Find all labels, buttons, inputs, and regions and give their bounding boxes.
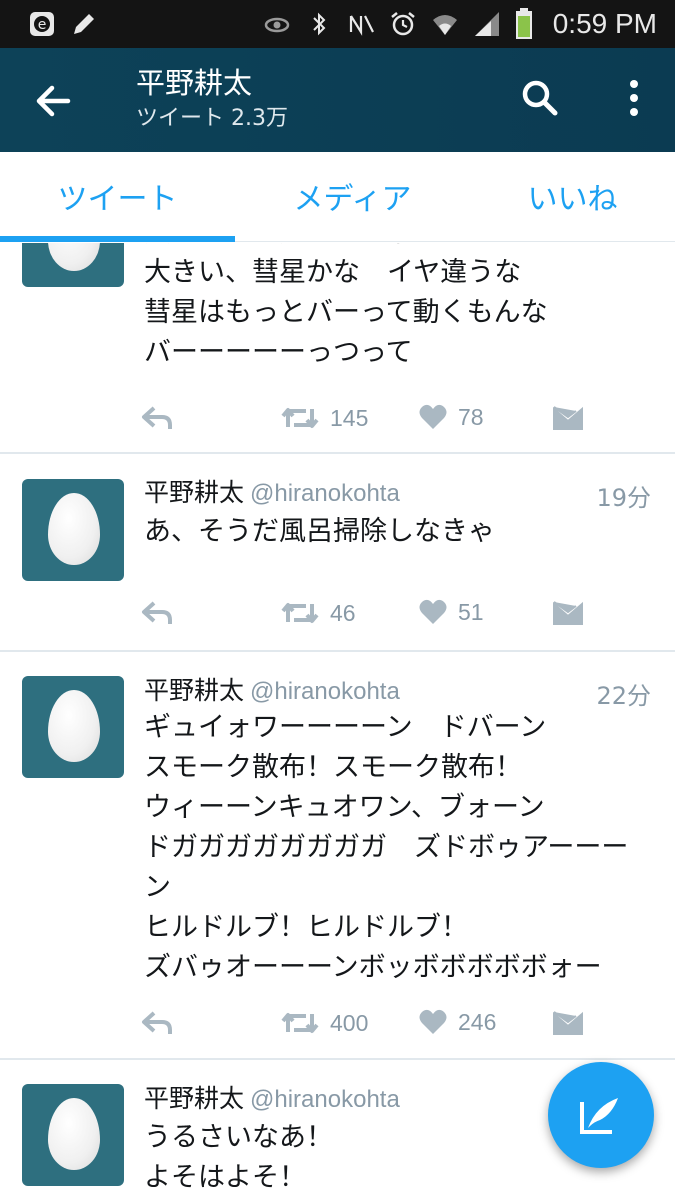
retweet-button[interactable]: 145 — [280, 403, 368, 433]
tweet-item[interactable]: 平野耕太 @hiranokohta 19分 あ、そうだ風呂掃除しなきゃ 46 51 — [0, 454, 675, 652]
avatar[interactable] — [22, 676, 124, 778]
like-button[interactable]: 51 — [418, 598, 484, 626]
e-app-icon: e — [30, 12, 54, 36]
reply-button[interactable] — [140, 403, 174, 433]
avatar[interactable] — [22, 1084, 124, 1186]
tweet-item[interactable]: 平野耕太 @hiranokohta 22分 ギュイォワーーーーン ドバーン スモー… — [0, 652, 675, 1060]
status-bar: e 0:59 PM — [0, 0, 675, 48]
tweet-actions: 145 78 — [140, 403, 640, 439]
retweet-button[interactable]: 46 — [280, 598, 356, 628]
tweet-author-name: 平野耕太 — [144, 676, 245, 705]
timeline[interactable]: 大きな星が点いたり消えたりしている 大きい、彗星かな イヤ違うな 彗星はもっとバ… — [0, 243, 675, 1200]
back-arrow-icon[interactable] — [30, 78, 76, 124]
direct-message-button[interactable] — [552, 1008, 584, 1036]
retweet-icon — [281, 408, 319, 428]
tweet-author-handle: @hiranokohta — [250, 480, 400, 507]
profile-name: 平野耕太 — [136, 66, 253, 100]
app-bar: 平野耕太 ツイート 2.3万 — [0, 48, 675, 152]
tab-likes[interactable]: いいね — [470, 174, 675, 218]
like-button[interactable]: 78 — [418, 403, 484, 431]
tweet-text: あ、そうだ風呂掃除しなきゃ — [144, 516, 495, 547]
egg-avatar-icon — [48, 493, 100, 565]
reply-icon — [142, 406, 172, 429]
more-options-icon[interactable] — [614, 74, 654, 122]
pencil-icon — [74, 14, 94, 34]
retweet-count: 400 — [330, 1009, 369, 1036]
tweet-time: 19分 — [596, 484, 651, 512]
tweet-author-handle: @hiranokohta — [250, 678, 400, 705]
tab-selected-indicator — [0, 236, 235, 242]
tweet-header: 平野耕太 @hiranokohta — [144, 676, 400, 707]
signal-icon — [474, 12, 499, 36]
tweet-text: 大きな星が点いたり消えたりしている 大きい、彗星かな イヤ違うな 彗星はもっとバ… — [144, 243, 602, 368]
alarm-icon — [390, 12, 415, 36]
compose-tweet-icon — [580, 1098, 618, 1134]
tweet-text: ギュイォワーーーーン ドバーン スモーク散布！スモーク散布！ ウィーーンキュオワ… — [144, 712, 629, 983]
status-time: 0:59 PM — [552, 8, 657, 39]
wifi-icon — [432, 15, 457, 35]
search-icon[interactable] — [518, 76, 562, 120]
egg-avatar-icon — [48, 690, 100, 762]
tab-media[interactable]: メディア — [235, 174, 470, 218]
heart-icon — [419, 404, 447, 429]
reply-button[interactable] — [140, 598, 174, 628]
envelope-icon — [553, 1011, 583, 1035]
battery-icon — [515, 8, 532, 39]
tweet-time: 22分 — [596, 682, 651, 710]
tweet-author-name: 平野耕太 — [144, 1084, 245, 1113]
nfc-icon — [349, 15, 374, 36]
tweet-item[interactable]: 大きな星が点いたり消えたりしている 大きい、彗星かな イヤ違うな 彗星はもっとバ… — [0, 243, 675, 454]
eye-icon — [264, 17, 289, 33]
like-button[interactable]: 246 — [418, 1008, 496, 1036]
retweet-icon — [281, 603, 319, 623]
egg-avatar-icon — [48, 1098, 100, 1170]
profile-tabs: ツイート メディア いいね — [0, 152, 675, 242]
egg-avatar-icon — [48, 243, 100, 271]
tweet-count: ツイート 2.3万 — [136, 106, 288, 131]
tweet-actions: 400 246 — [140, 1008, 640, 1044]
compose-tweet-button[interactable] — [548, 1062, 654, 1168]
tweet-actions: 46 51 — [140, 598, 640, 634]
bluetooth-icon — [313, 12, 326, 36]
retweet-icon — [281, 1013, 319, 1033]
profile-title-block: 平野耕太 ツイート 2.3万 — [136, 64, 288, 136]
direct-message-button[interactable] — [552, 598, 584, 626]
envelope-icon — [553, 601, 583, 625]
like-count: 78 — [458, 403, 484, 430]
tab-tweets[interactable]: ツイート — [0, 174, 235, 218]
heart-icon — [419, 599, 447, 624]
heart-icon — [419, 1009, 447, 1034]
retweet-count: 145 — [330, 404, 369, 431]
reply-icon — [142, 601, 172, 624]
retweet-button[interactable]: 400 — [280, 1008, 368, 1038]
tweet-header: 平野耕太 @hiranokohta — [144, 478, 400, 509]
reply-button[interactable] — [140, 1008, 174, 1038]
svg-text:e: e — [38, 17, 47, 33]
avatar[interactable] — [22, 243, 124, 287]
tweet-author-name: 平野耕太 — [144, 478, 245, 507]
retweet-count: 46 — [330, 599, 356, 626]
like-count: 246 — [458, 1008, 497, 1035]
like-count: 51 — [458, 598, 484, 625]
direct-message-button[interactable] — [552, 403, 584, 431]
avatar[interactable] — [22, 479, 124, 581]
envelope-icon — [553, 406, 583, 430]
reply-icon — [142, 1011, 172, 1034]
tweet-author-handle: @hiranokohta — [250, 1086, 400, 1113]
tweet-header: 平野耕太 @hiranokohta — [144, 1084, 400, 1115]
